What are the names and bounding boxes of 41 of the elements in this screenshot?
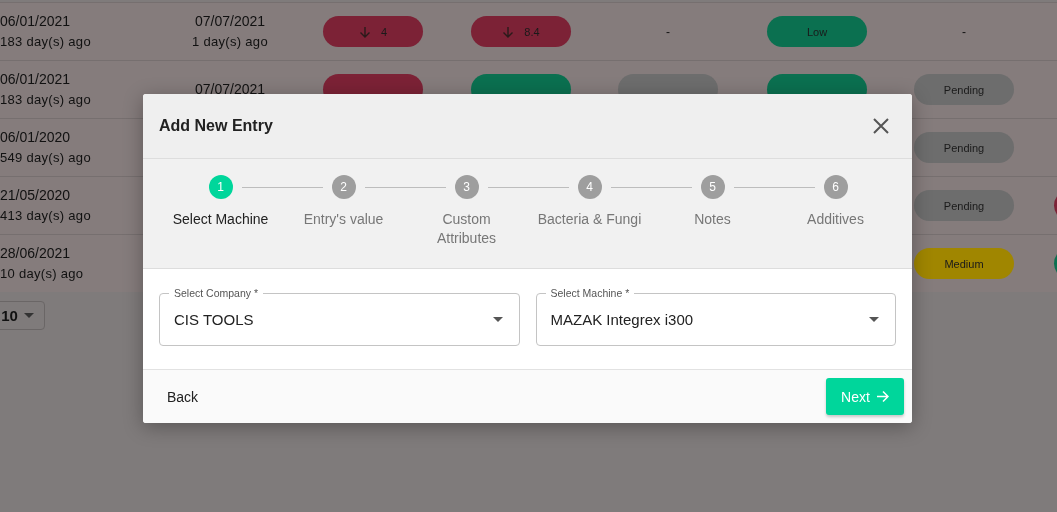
step-label[interactable]: Notes bbox=[653, 210, 772, 229]
back-button[interactable]: Back bbox=[155, 382, 211, 411]
close-icon[interactable] bbox=[872, 117, 890, 135]
date-text: 06/01/2021 bbox=[0, 14, 72, 29]
status-pill: Pending bbox=[914, 74, 1014, 105]
caret-icon bbox=[23, 313, 34, 318]
status-pill: 4 bbox=[323, 16, 423, 47]
step-number[interactable]: 3 bbox=[454, 175, 479, 199]
step-label[interactable]: Custom Attributes bbox=[431, 210, 502, 248]
days-ago-text: 1 day(s) ago bbox=[192, 34, 268, 49]
status-pill: Low bbox=[767, 16, 867, 47]
step-label[interactable]: Select Machine bbox=[161, 210, 280, 229]
step-number[interactable]: 6 bbox=[823, 175, 848, 199]
days-ago-text: 183 day(s) ago bbox=[0, 34, 91, 49]
step-label[interactable]: Entry's value bbox=[284, 210, 403, 229]
step-number[interactable]: 5 bbox=[700, 175, 725, 199]
step-number[interactable]: 4 bbox=[577, 175, 602, 199]
days-ago-text: 413 day(s) ago bbox=[0, 208, 91, 223]
status-pill: Medium bbox=[914, 248, 1014, 279]
date-text: 28/06/2021 bbox=[0, 246, 72, 261]
date-text: 21/05/2020 bbox=[0, 188, 72, 203]
date-text: 07/07/2021 bbox=[193, 14, 267, 29]
caret-icon bbox=[492, 317, 503, 322]
days-ago-text: 549 day(s) ago bbox=[0, 150, 91, 165]
status-pill: Pending bbox=[914, 190, 1014, 221]
date-text: 06/01/2021 bbox=[0, 72, 72, 87]
caret-icon bbox=[869, 317, 879, 322]
days-ago-text: 183 day(s) ago bbox=[0, 92, 91, 107]
empty-value-text: - bbox=[962, 24, 966, 39]
date-text: 06/01/2020 bbox=[0, 130, 72, 145]
step-number[interactable]: 2 bbox=[331, 175, 356, 199]
date-text: 07/07/2021 bbox=[194, 82, 266, 97]
step-label[interactable]: Bacteria & Fungi bbox=[530, 210, 649, 229]
status-pill: 8.4 bbox=[471, 16, 571, 47]
empty-value-text: - bbox=[666, 24, 670, 39]
right-arrow-icon bbox=[875, 390, 889, 403]
status-pill: Pending bbox=[914, 132, 1014, 163]
days-ago-text: 10 day(s) ago bbox=[0, 266, 84, 281]
step-label[interactable]: Additives bbox=[776, 210, 895, 229]
dialog-title: Add New Entry bbox=[159, 117, 273, 135]
rows-per-page-select[interactable]: 10 bbox=[0, 301, 45, 330]
